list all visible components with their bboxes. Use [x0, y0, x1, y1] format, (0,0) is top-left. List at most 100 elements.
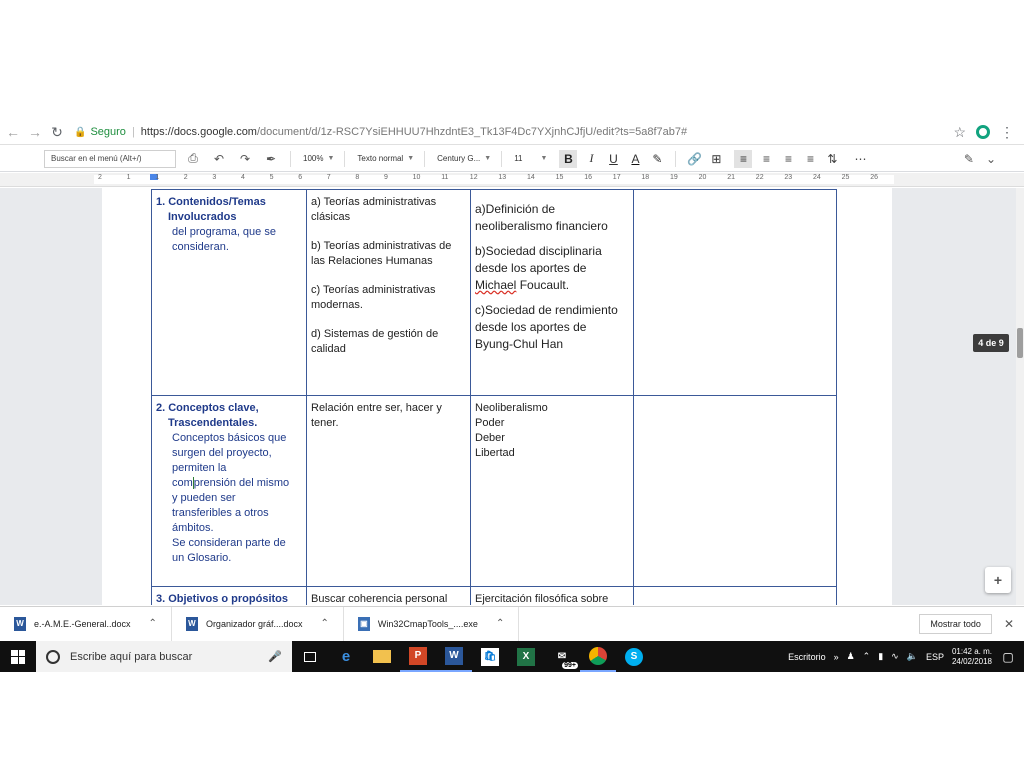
back-icon[interactable]: ← [2, 124, 24, 140]
bookmark-star-icon[interactable]: ☆ [953, 124, 966, 141]
row1-heading-2: Involucrados [168, 211, 237, 223]
clock-time: 01:42 a. m. [951, 646, 992, 656]
table-cell[interactable]: Buscar coherencia personal [306, 586, 471, 605]
paint-format-icon[interactable]: ✒ [262, 152, 280, 166]
align-center-button[interactable]: ≡ [758, 152, 774, 166]
italic-button[interactable]: I [583, 151, 599, 166]
battery-icon[interactable]: ▮ [878, 651, 883, 662]
url-field[interactable]: https://docs.google.com/document/d/1z-RS… [141, 126, 687, 138]
font-size-select[interactable]: 11 ▼ [514, 154, 547, 163]
document-page[interactable]: 1. Contenidos/Temas Involucrados del pro… [102, 188, 892, 605]
table-cell[interactable]: 2. Conceptos clave, Trascendentales. Con… [151, 395, 307, 587]
misspelled-word[interactable]: Michael [475, 278, 516, 292]
close-icon[interactable]: ✕ [1004, 617, 1014, 631]
start-button[interactable] [0, 641, 36, 672]
chevron-up-icon[interactable]: ⌃ [149, 618, 157, 629]
ruler-tick-label: 2 [98, 174, 102, 181]
scrollbar-thumb[interactable] [1017, 328, 1023, 358]
show-all-button[interactable]: Mostrar todo [919, 613, 992, 634]
file-explorer-icon[interactable] [364, 641, 400, 672]
microphone-icon[interactable]: 🎤 [268, 650, 282, 663]
row1-col2-line: clásicas [311, 211, 351, 223]
skype-icon[interactable]: S [616, 641, 652, 672]
desktop-toolbar-label[interactable]: Escritorio [788, 652, 826, 662]
justify-button[interactable]: ≡ [802, 152, 818, 166]
wifi-icon[interactable]: ∿ [891, 651, 899, 662]
chrome-icon[interactable] [580, 641, 616, 672]
chevron-up-icon[interactable]: ⌃ [321, 618, 329, 629]
download-item[interactable]: ▣ Win32CmapTools_....exe ⌃ [344, 606, 520, 641]
table-cell[interactable]: a)Definición de neoliberalismo financier… [470, 189, 634, 396]
chevron-up-icon[interactable]: ⌃ [863, 651, 871, 662]
link-icon[interactable]: 🔗 [686, 152, 702, 166]
line-spacing-icon[interactable]: ⇅ [824, 152, 840, 166]
windows-logo-icon [11, 649, 25, 664]
lock-icon: 🔒 [74, 126, 87, 138]
task-view-icon[interactable] [292, 641, 328, 672]
ruler-tick-label: 1 [126, 174, 131, 181]
row2-desc-line: permiten la [172, 462, 227, 474]
table-cell[interactable]: Ejercitación filosófica sobre [470, 586, 634, 605]
menu-search-input[interactable]: Buscar en el menú (Alt+/) [44, 149, 176, 168]
chevron-double-right-icon[interactable]: » [834, 652, 839, 662]
table-cell[interactable]: Neoliberalismo Poder Deber Libertad [470, 395, 634, 587]
ruler-tick-label: 8 [355, 174, 360, 181]
highlight-icon[interactable]: ✎ [649, 152, 665, 166]
table-cell[interactable]: a) Teorías administrativas clásicas b) T… [306, 189, 471, 396]
toolbar-right: ✎ ⌄ [964, 152, 1024, 166]
table-cell[interactable]: Relación entre ser, hacer y tener. [306, 395, 471, 587]
people-icon[interactable]: ♟ [847, 651, 855, 662]
table-cell[interactable] [633, 586, 837, 605]
clock[interactable]: 01:42 a. m. 24/02/2018 [952, 647, 992, 667]
excel-icon[interactable]: X [508, 641, 544, 672]
word-file-icon: W [185, 616, 198, 631]
bold-button[interactable]: B [559, 149, 578, 168]
zoom-select[interactable]: 100% ▼ [303, 154, 334, 163]
comment-add-icon[interactable]: ⊞ [708, 152, 724, 166]
align-right-button[interactable]: ≡ [780, 152, 796, 166]
redo-icon[interactable]: ↷ [236, 152, 254, 166]
table-cell[interactable] [633, 189, 837, 396]
downloads-bar: W e.-A.M.E.-General..docx ⌃ W Organizado… [0, 606, 1024, 641]
ruler-tick-label: 23 [784, 174, 793, 181]
undo-icon[interactable]: ↶ [210, 152, 228, 166]
mail-icon[interactable]: ✉ 99+ [544, 641, 580, 672]
row1-col2-line: las Relaciones Humanas [311, 255, 433, 267]
text-color-button[interactable]: A [627, 152, 643, 166]
editing-mode-icon[interactable]: ✎ [964, 152, 974, 166]
download-item[interactable]: W e.-A.M.E.-General..docx ⌃ [0, 606, 172, 641]
store-icon[interactable]: 🛍 [472, 641, 508, 672]
chevron-up-icon[interactable]: ⌃ [496, 618, 504, 629]
volume-icon[interactable]: 🔈 [907, 651, 918, 662]
align-left-button[interactable]: ≡ [734, 149, 753, 168]
underline-button[interactable]: U [605, 152, 621, 166]
reload-icon[interactable]: ↻ [46, 124, 68, 141]
ruler-tick-label: 26 [870, 174, 878, 181]
add-comment-icon[interactable]: + [985, 567, 1011, 593]
row2-desc-line: Conceptos básicos que [172, 432, 287, 444]
print-icon[interactable]: ⎙ [184, 151, 202, 166]
forward-icon[interactable]: → [24, 124, 46, 140]
ruler-tick-label: 2 [183, 174, 188, 181]
font-select[interactable]: Century G... ▼ [437, 154, 491, 163]
exe-file-icon: ▣ [357, 616, 370, 631]
word-icon[interactable]: W [436, 641, 472, 672]
download-item[interactable]: W Organizador gráf....docx ⌃ [172, 606, 344, 641]
style-select[interactable]: Texto normal ▼ [357, 154, 414, 163]
collapse-toolbar-icon[interactable]: ⌄ [986, 152, 996, 166]
language-indicator[interactable]: ESP [926, 652, 944, 662]
row1-col2-line: calidad [311, 343, 346, 355]
row2-col3-list: Neoliberalismo Poder Deber Libertad [475, 401, 629, 461]
vertical-scrollbar[interactable] [1016, 188, 1024, 605]
action-center-icon[interactable]: ▢ [1000, 641, 1016, 672]
table-cell[interactable] [633, 395, 837, 587]
taskbar-search[interactable]: Escribe aquí para buscar 🎤 [36, 641, 292, 672]
browser-menu-icon[interactable]: ⋮ [1000, 124, 1014, 141]
edge-icon[interactable]: e [328, 641, 364, 672]
row2-desc: Conceptos básicos que surgen del proyecto… [156, 431, 302, 566]
more-options-icon[interactable]: ⋯ [854, 152, 866, 166]
table-cell[interactable]: 1. Contenidos/Temas Involucrados del pro… [151, 189, 307, 396]
powerpoint-icon[interactable]: P [400, 641, 436, 672]
table-cell[interactable]: 3. Objetivos o propósitos [151, 586, 307, 605]
extension-icon[interactable] [976, 125, 990, 139]
